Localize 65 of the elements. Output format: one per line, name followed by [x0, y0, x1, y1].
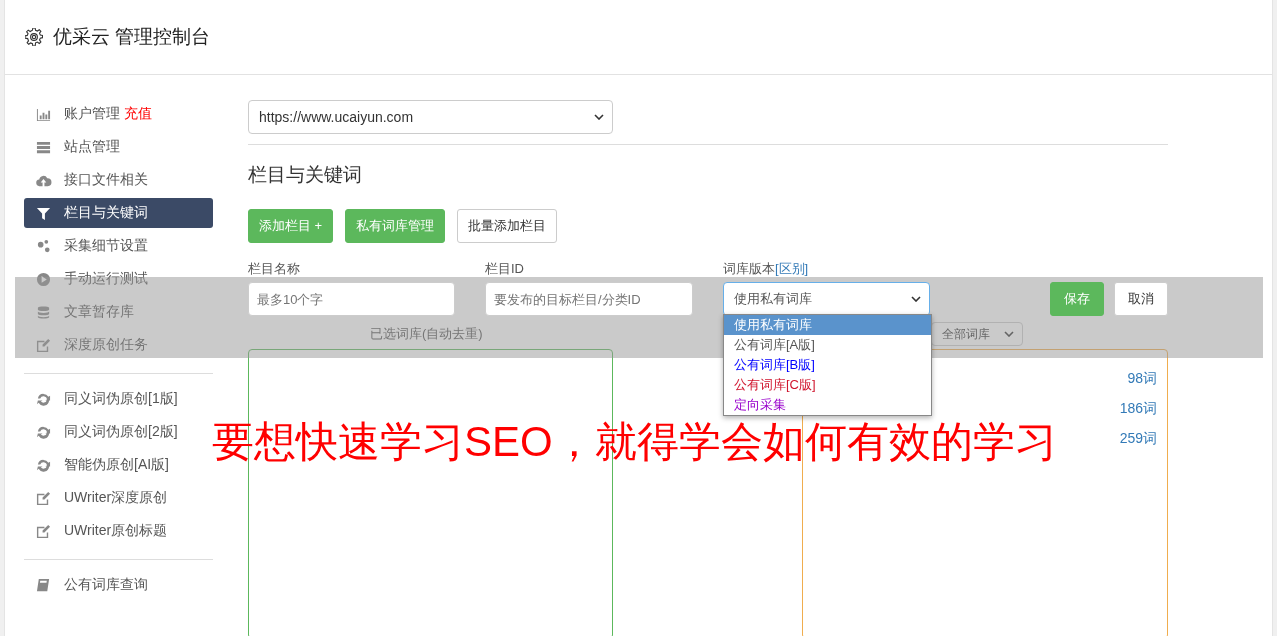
- sidebar-label: 采集细节设置: [64, 237, 148, 255]
- sidebar-label: 文章暂存库: [64, 303, 134, 321]
- chevron-icon: [1003, 331, 1014, 337]
- sidebar-label: UWriter深度原创: [64, 489, 168, 507]
- sidebar-icon: [35, 238, 52, 254]
- sidebar-label: 公有词库查询: [64, 576, 148, 594]
- field-label: 栏目名称: [248, 260, 301, 278]
- sidebar-icon: [35, 490, 52, 506]
- sidebar-item[interactable]: 站点管理: [24, 132, 213, 162]
- sidebar-label: 站点管理: [64, 138, 120, 156]
- word-count: 98词: [1127, 370, 1157, 388]
- sidebar-item[interactable]: 接口文件相关: [24, 165, 213, 195]
- sidebar-icon: [35, 304, 52, 320]
- chevron-icon: [911, 296, 921, 302]
- sidebar-item[interactable]: 同义词伪原创[2版]: [24, 417, 213, 447]
- sidebar-icon: [35, 337, 52, 353]
- sidebar-item[interactable]: 智能伪原创[AI版]: [24, 450, 213, 480]
- difference-link[interactable]: [区别]: [775, 260, 809, 278]
- dropdown-option[interactable]: 公有词库[A版]: [724, 335, 931, 355]
- console-title: 优采云 管理控制台: [53, 25, 211, 49]
- word-count: 186词: [1119, 400, 1157, 418]
- section-title: 栏目与关键词: [248, 163, 363, 187]
- name-input[interactable]: 最多10个字: [248, 282, 455, 316]
- toolbar-button[interactable]: 批量添加栏目: [457, 209, 558, 243]
- sidebar-icon: [35, 106, 52, 122]
- sidebar-label: 同义词伪原创[2版]: [64, 423, 178, 441]
- sidebar-item[interactable]: 同义词伪原创[1版]: [24, 384, 213, 414]
- sidebar-label: 栏目与关键词: [64, 204, 148, 222]
- settings-icon: [25, 28, 43, 46]
- sidebar-icon: [35, 271, 52, 287]
- sidebar-label: 接口文件相关: [64, 171, 148, 189]
- id-input[interactable]: 要发布的目标栏目/分类ID: [485, 282, 693, 316]
- field-label: 栏目ID: [485, 260, 525, 278]
- sidebar-item[interactable]: UWriter原创标题: [24, 516, 213, 546]
- field-label: 词库版本: [723, 260, 775, 278]
- sidebar-item[interactable]: 采集细节设置: [24, 231, 213, 261]
- sidebar-label: UWriter原创标题: [64, 522, 168, 540]
- sidebar-icon: [35, 391, 52, 407]
- cancel-button[interactable]: 取消: [1114, 282, 1168, 316]
- sidebar-icon: [35, 139, 52, 155]
- sidebar-label: 智能伪原创[AI版]: [64, 456, 169, 474]
- sidebar-item[interactable]: 账户管理 充值: [24, 99, 213, 129]
- sidebar-icon: [35, 205, 52, 221]
- recharge-link[interactable]: 充值: [124, 105, 152, 123]
- dropdown-option[interactable]: 定向采集: [724, 395, 931, 415]
- version-select[interactable]: 使用私有词库: [723, 282, 930, 316]
- selected-libraries-heading: 已选词库(自动去重): [370, 325, 483, 343]
- sidebar-item[interactable]: UWriter深度原创: [24, 483, 213, 513]
- site-select[interactable]: https://www.ucaiyun.com: [248, 100, 613, 134]
- library-filter-select[interactable]: 全部词库: [930, 322, 1023, 346]
- word-count: 259词: [1119, 430, 1157, 448]
- sidebar-icon: [35, 457, 52, 473]
- dropdown-option[interactable]: 公有词库[B版]: [724, 355, 931, 375]
- sidebar-label: 账户管理: [64, 105, 120, 123]
- sidebar-label: 深度原创任务: [64, 336, 148, 354]
- sidebar-item[interactable]: 公有词库查询: [24, 570, 213, 600]
- dropdown-option[interactable]: 公有词库[C版]: [724, 375, 931, 395]
- sidebar-icon: [35, 577, 52, 593]
- sidebar-item[interactable]: 手动运行测试: [24, 264, 213, 294]
- sidebar-item[interactable]: 栏目与关键词: [24, 198, 213, 228]
- chevron-icon: [594, 114, 604, 120]
- sidebar-label: 手动运行测试: [64, 270, 148, 288]
- sidebar-icon: [35, 523, 52, 539]
- sidebar-icon: [35, 424, 52, 440]
- sidebar-label: 同义词伪原创[1版]: [64, 390, 178, 408]
